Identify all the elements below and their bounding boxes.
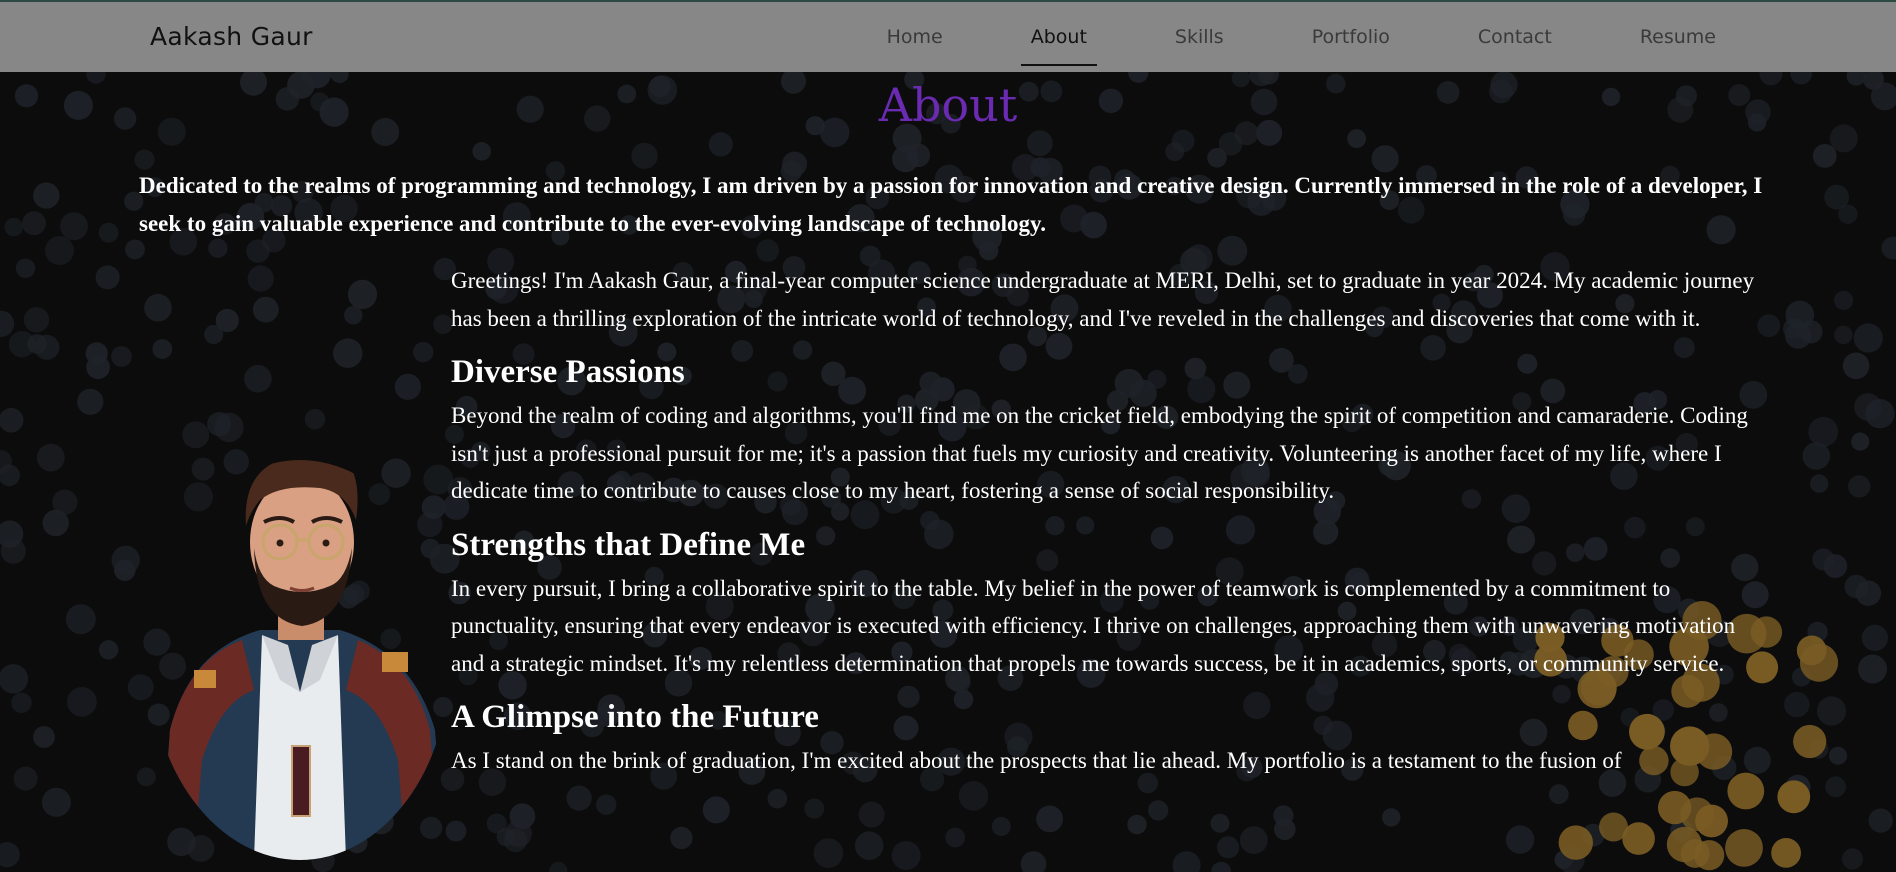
heading-strengths: Strengths that Define Me	[451, 526, 806, 563]
paragraph-future: As I stand on the brink of graduation, I…	[451, 748, 1622, 773]
heading-future: A Glimpse into the Future	[451, 699, 819, 735]
nav-link-skills[interactable]: Skills	[1165, 20, 1234, 54]
heading-diverse-passions: Diverse Passions	[451, 354, 685, 390]
about-text-column: Greetings! I'm Aakash Gaur, a final-year…	[451, 262, 1761, 780]
intro-text: Dedicated to the realms of programming a…	[139, 173, 1763, 236]
paragraph-strengths: In every pursuit, I bring a collaborativ…	[451, 575, 1736, 676]
greeting-paragraph: Greetings! I'm Aakash Gaur, a final-year…	[451, 268, 1755, 331]
paragraph-diverse-passions: Beyond the realm of coding and algorithm…	[451, 403, 1748, 503]
about-section: About Dedicated to the realms of program…	[0, 0, 1896, 872]
top-navbar: Aakash Gaur Home About Skills Portfolio …	[0, 0, 1896, 72]
section-title: About	[878, 78, 1018, 132]
nav-link-portfolio[interactable]: Portfolio	[1302, 20, 1400, 54]
nav-links: Home About Skills Portfolio Contact Resu…	[843, 2, 1760, 72]
nav-link-resume[interactable]: Resume	[1630, 20, 1726, 54]
avatar-illustration-icon	[160, 460, 445, 860]
nav-link-home[interactable]: Home	[877, 20, 953, 54]
brand-name[interactable]: Aakash Gaur	[150, 22, 313, 51]
nav-link-about[interactable]: About	[1020, 20, 1098, 66]
nav-link-contact[interactable]: Contact	[1468, 20, 1562, 54]
